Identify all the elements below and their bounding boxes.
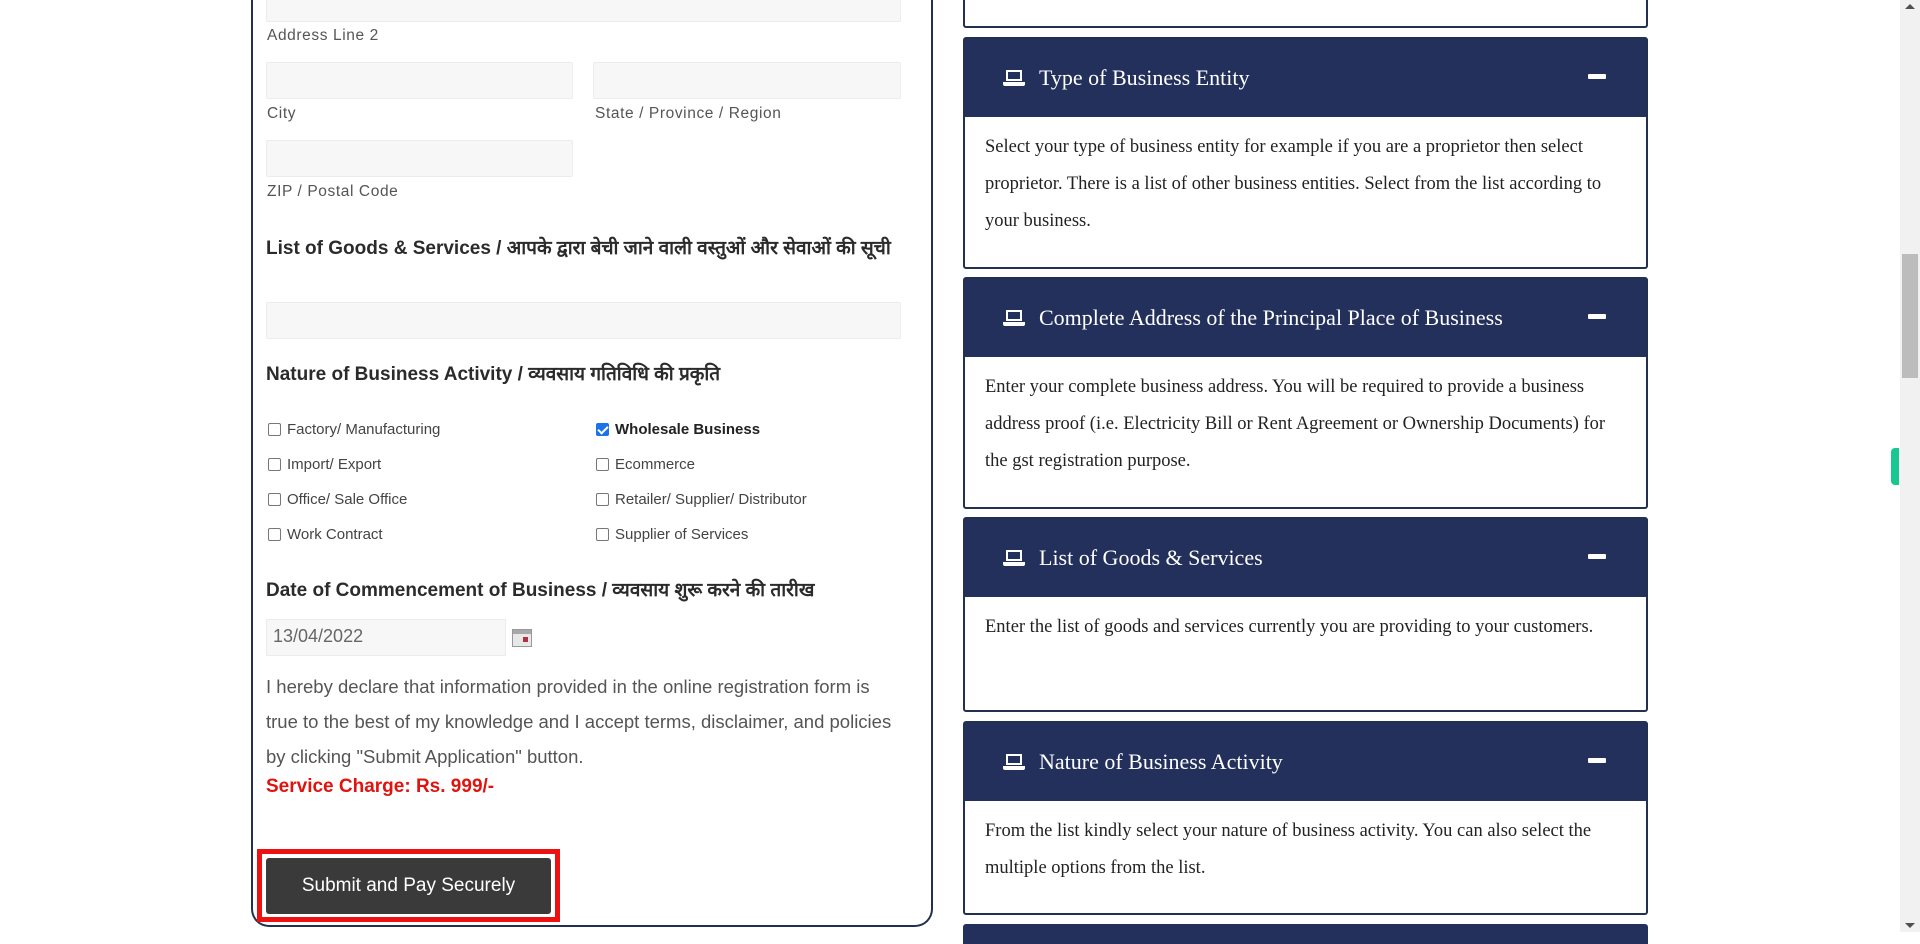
nature-activity-heading: Nature of Business Activity / व्यवसाय गत… (266, 364, 721, 385)
accordion-item-goods-services: List of Goods & Services Enter the list … (963, 517, 1648, 712)
side-widget-tab[interactable] (1891, 448, 1899, 485)
address-line2-input[interactable] (266, 0, 901, 22)
checkbox-label: Import/ Export (287, 456, 382, 473)
scroll-down-arrow-icon[interactable] (1905, 923, 1915, 928)
activity-checkbox-import-export[interactable]: Import/ Export (268, 456, 381, 473)
submit-and-pay-button[interactable]: Submit and Pay Securely (266, 858, 551, 914)
checkbox[interactable] (596, 493, 609, 506)
activity-checkbox-factory[interactable]: Factory/ Manufacturing (268, 421, 440, 438)
scroll-thumb[interactable] (1902, 254, 1918, 378)
accordion-header[interactable]: Type of Business Entity (965, 39, 1646, 117)
service-charge: Service Charge: Rs. 999/- (266, 776, 495, 797)
activity-checkbox-retailer[interactable]: Retailer/ Supplier/ Distributor (596, 491, 807, 508)
declaration-text: I hereby declare that information provid… (266, 676, 892, 767)
collapse-minus-icon[interactable] (1588, 554, 1606, 559)
collapse-minus-icon[interactable] (1588, 74, 1606, 79)
checkbox-label: Factory/ Manufacturing (287, 421, 441, 438)
state-input[interactable] (593, 62, 901, 99)
zip-input[interactable] (266, 140, 573, 177)
activity-checkbox-wholesale[interactable]: Wholesale Business (596, 421, 760, 438)
accordion-item-business-entity: Type of Business Entity Select your type… (963, 37, 1648, 269)
accordion-body: Enter your complete business address. Yo… (985, 377, 1606, 471)
accordion-item-principal-address: Complete Address of the Principal Place … (963, 277, 1648, 509)
goods-services-heading: List of Goods & Services / आपके द्वारा ब… (266, 238, 891, 259)
city-label: City (267, 105, 297, 122)
laptop-icon (1003, 549, 1025, 567)
city-input[interactable] (266, 62, 573, 99)
accordion-item-nature-activity: Nature of Business Activity From the lis… (963, 721, 1648, 915)
page-scrollbar[interactable] (1900, 0, 1920, 932)
laptop-icon (1003, 309, 1025, 327)
checkbox-label: Work Contract (287, 526, 383, 543)
checkbox[interactable] (268, 493, 281, 506)
accordion-title: Nature of Business Activity (1039, 749, 1283, 774)
checkbox-label: Retailer/ Supplier/ Distributor (615, 491, 807, 508)
accordion-header[interactable]: List of Goods & Services (965, 519, 1646, 597)
accordion-header[interactable]: Nature of Business Activity (965, 723, 1646, 801)
accordion-body: From the list kindly select your nature … (985, 821, 1592, 878)
checkbox[interactable] (268, 528, 281, 541)
accordion-previous-item-bottom (963, 0, 1648, 28)
accordion-title: Complete Address of the Principal Place … (1039, 305, 1503, 330)
checkbox[interactable] (268, 423, 281, 436)
goods-services-input[interactable] (266, 302, 901, 339)
activity-checkbox-work-contract[interactable]: Work Contract (268, 526, 383, 543)
checkbox[interactable] (596, 528, 609, 541)
collapse-minus-icon[interactable] (1588, 314, 1606, 319)
checkbox[interactable] (596, 458, 609, 471)
laptop-icon (1003, 69, 1025, 87)
activity-checkbox-ecommerce[interactable]: Ecommerce (596, 456, 695, 473)
address-line2-label: Address Line 2 (267, 27, 379, 44)
collapse-minus-icon[interactable] (1588, 758, 1606, 763)
checkbox-label: Ecommerce (615, 456, 696, 473)
accordion-header[interactable]: Complete Address of the Principal Place … (965, 279, 1646, 357)
activity-checkbox-supplier-services[interactable]: Supplier of Services (596, 526, 748, 543)
state-label: State / Province / Region (595, 105, 782, 122)
checkbox-label: Wholesale Business (615, 421, 761, 438)
commencement-date-input[interactable]: 13/04/2022 (266, 619, 506, 656)
commencement-date-heading: Date of Commencement of Business / व्यवस… (266, 580, 815, 601)
accordion-title: Type of Business Entity (1039, 65, 1250, 90)
scroll-up-arrow-icon[interactable] (1905, 4, 1915, 9)
laptop-icon (1003, 753, 1025, 771)
checkbox-label: Supplier of Services (615, 526, 749, 543)
accordion-next-item-header[interactable] (963, 924, 1648, 944)
accordion-body: Enter the list of goods and services cur… (985, 617, 1594, 637)
checkbox-checked[interactable] (596, 423, 609, 436)
zip-label: ZIP / Postal Code (267, 183, 399, 200)
accordion-title: List of Goods & Services (1039, 545, 1263, 570)
accordion-body: Select your type of business entity for … (985, 137, 1602, 231)
checkbox[interactable] (268, 458, 281, 471)
calendar-icon[interactable] (512, 629, 532, 647)
activity-checkbox-office[interactable]: Office/ Sale Office (268, 491, 407, 508)
checkbox-label: Office/ Sale Office (287, 491, 408, 508)
